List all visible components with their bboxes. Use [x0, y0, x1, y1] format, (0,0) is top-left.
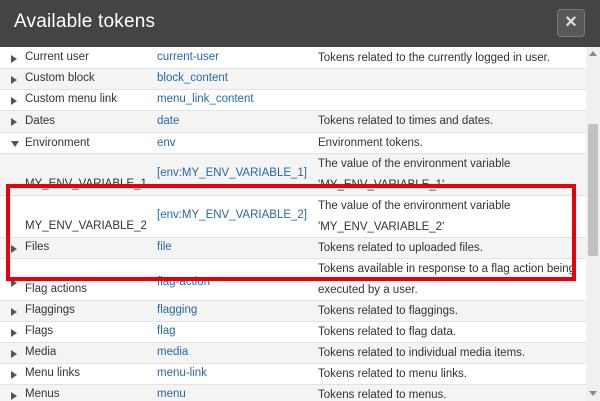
token-description: Tokens related to menus. — [318, 389, 447, 401]
token-name[interactable]: Environment — [25, 137, 90, 149]
token-row: Current user current-user Tokens related t… — [0, 48, 586, 69]
token-row: Custom block block_content — [0, 69, 586, 90]
token-row: Flaggings flagging Tokens related to flagg… — [0, 301, 586, 322]
collapsed-triangle-icon[interactable] — [11, 96, 17, 105]
token-machine-name-link[interactable]: [env:MY_ENV_VARIABLE_2] — [157, 209, 307, 221]
token-name[interactable]: Files — [25, 241, 49, 253]
collapsed-triangle-icon[interactable] — [11, 370, 17, 379]
token-row: Menu links menu-link Tokens related to men… — [0, 364, 586, 385]
token-name[interactable]: Current user — [25, 51, 89, 63]
collapsed-triangle-icon[interactable] — [11, 328, 17, 337]
token-row: Custom menu link menu_link_content — [0, 90, 586, 111]
scroll-down-icon[interactable] — [589, 391, 597, 396]
token-name[interactable]: Flags — [25, 325, 53, 337]
token-description: Tokens related to flag data. — [318, 326, 457, 338]
expanded-triangle-icon[interactable] — [11, 140, 19, 147]
scrollbar[interactable] — [586, 47, 600, 401]
token-description: Tokens related to the currently logged i… — [318, 52, 551, 64]
token-description: Tokens related to flaggings. — [318, 305, 459, 317]
collapsed-triangle-icon[interactable] — [11, 349, 17, 358]
token-description: The value of the environment variable 'M… — [318, 200, 511, 233]
token-row: Files file Tokens related to uploaded file… — [0, 238, 586, 259]
token-name[interactable]: Dates — [25, 115, 55, 127]
collapsed-triangle-icon[interactable] — [11, 244, 17, 253]
token-description: Tokens related to individual media items… — [318, 347, 526, 359]
token-row: Flag actions flag-action Tokens available … — [0, 259, 586, 301]
token-name[interactable]: Custom menu link — [25, 93, 117, 105]
token-description: Tokens related to uploaded files. — [318, 242, 483, 254]
token-description: Environment tokens. — [318, 137, 423, 149]
close-icon: × — [565, 11, 577, 33]
token-description: The value of the environment variable 'M… — [318, 158, 511, 191]
token-row: Dates date Tokens related to times and dat… — [0, 111, 586, 133]
token-row: Menus menu Tokens related to menus. — [0, 385, 586, 401]
token-machine-name-link[interactable]: current-user — [157, 51, 219, 63]
token-row: Environment env Environment tokens. — [0, 133, 586, 154]
token-machine-name-link[interactable]: block_content — [157, 72, 228, 84]
collapsed-triangle-icon[interactable] — [11, 391, 17, 400]
token-description: Tokens available in response to a flag a… — [318, 263, 576, 296]
token-machine-name-link[interactable]: flagging — [157, 304, 197, 316]
collapsed-triangle-icon[interactable] — [11, 54, 17, 63]
token-name[interactable]: Media — [25, 346, 56, 358]
scroll-thumb[interactable] — [588, 124, 598, 256]
token-child-row: MY_ENV_VARIABLE_2 [env:MY_ENV_VARIABLE_2]… — [0, 196, 586, 238]
token-child-row: MY_ENV_VARIABLE_1 [env:MY_ENV_VARIABLE_1]… — [0, 154, 586, 196]
token-name: MY_ENV_VARIABLE_2 — [25, 220, 147, 232]
token-name: MY_ENV_VARIABLE_1 — [25, 178, 147, 190]
token-machine-name-link[interactable]: [env:MY_ENV_VARIABLE_1] — [157, 167, 307, 179]
close-button[interactable]: × — [557, 9, 585, 37]
token-machine-name-link[interactable]: env — [157, 137, 176, 149]
token-machine-name-link[interactable]: menu_link_content — [157, 93, 254, 105]
token-name[interactable]: Custom block — [25, 72, 95, 84]
token-machine-name-link[interactable]: flag-action — [157, 276, 210, 288]
collapsed-triangle-icon[interactable] — [11, 118, 17, 126]
token-machine-name-link[interactable]: media — [157, 346, 188, 358]
dialog-titlebar: Available tokens × — [0, 0, 600, 47]
token-machine-name-link[interactable]: menu — [157, 388, 186, 400]
token-name[interactable]: Menus — [25, 388, 60, 400]
token-row: Flags flag Tokens related to flag data. — [0, 322, 586, 343]
dialog-title: Available tokens — [14, 11, 156, 32]
token-table: Current user current-user Tokens related t… — [0, 47, 586, 401]
token-machine-name-link[interactable]: menu-link — [157, 367, 207, 379]
token-name[interactable]: Flaggings — [25, 304, 75, 316]
scroll-up-icon[interactable] — [589, 51, 597, 56]
token-machine-name-link[interactable]: date — [157, 115, 179, 127]
token-machine-name-link[interactable]: flag — [157, 325, 176, 337]
token-description: Tokens related to menu links. — [318, 368, 467, 380]
collapsed-triangle-icon[interactable] — [11, 279, 17, 287]
token-row: Media media Tokens related to individual m… — [0, 343, 586, 364]
collapsed-triangle-icon[interactable] — [11, 307, 17, 316]
token-name[interactable]: Flag actions — [25, 283, 87, 295]
token-description: Tokens related to times and dates. — [318, 115, 494, 127]
collapsed-triangle-icon[interactable] — [11, 75, 17, 84]
token-machine-name-link[interactable]: file — [157, 241, 172, 253]
token-name[interactable]: Menu links — [25, 367, 80, 379]
